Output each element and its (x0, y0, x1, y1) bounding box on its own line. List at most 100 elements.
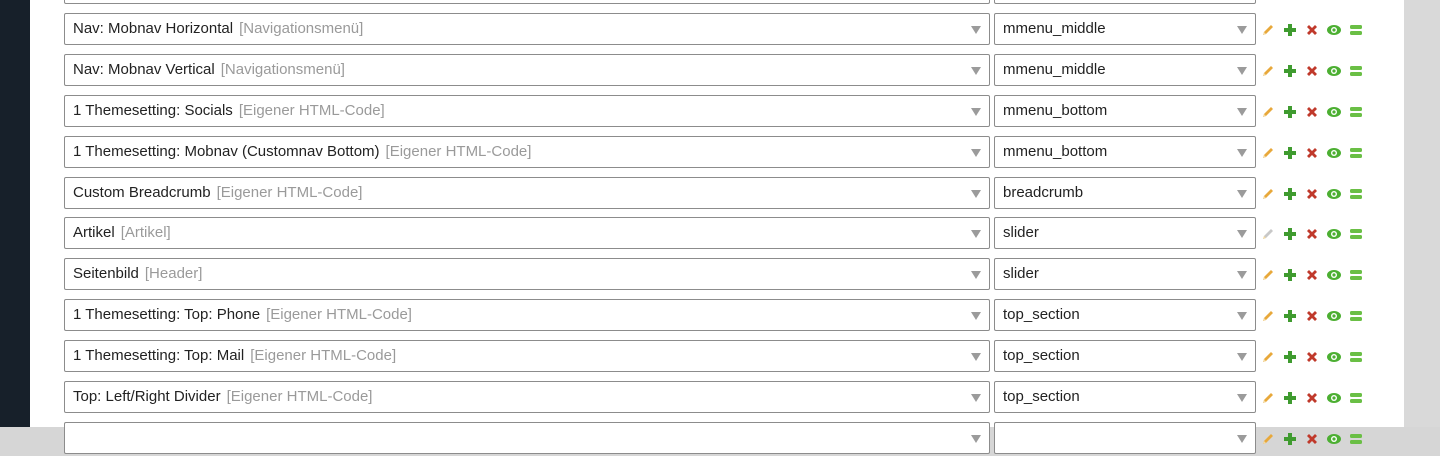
module-type: [Eigener HTML-Code] (250, 347, 397, 364)
plus-icon[interactable] (1282, 186, 1298, 202)
drag-handle-icon[interactable] (1348, 226, 1364, 242)
module-name: 1 Themesetting: Socials (73, 102, 233, 119)
dropdown-arrow-icon (971, 26, 981, 34)
eye-icon[interactable] (1326, 308, 1342, 324)
pencil-icon[interactable] (1260, 226, 1276, 242)
cross-icon[interactable] (1304, 349, 1320, 365)
eye-icon[interactable] (1326, 431, 1342, 447)
pencil-icon[interactable] (1260, 22, 1276, 38)
cross-icon[interactable] (1304, 226, 1320, 242)
eye-icon[interactable] (1326, 145, 1342, 161)
cross-icon[interactable] (1304, 308, 1320, 324)
module-select[interactable]: Custom Breadcrumb [Eigener HTML-Code] (64, 177, 990, 209)
dropdown-arrow-icon (971, 108, 981, 116)
module-select[interactable]: 1 Themesetting: Top: Phone [Eigener HTML-… (64, 299, 990, 331)
module-select[interactable]: 1 Themesetting: Top: Mail [Eigener HTML-C… (64, 340, 990, 372)
pencil-icon[interactable] (1260, 267, 1276, 283)
dropdown-arrow-icon (971, 394, 981, 402)
row-actions (1260, 258, 1370, 290)
module-row: Nav: Mobnav Vertical [Navigationsmenü] mme… (64, 54, 1384, 88)
cross-icon[interactable] (1304, 267, 1320, 283)
slot-select[interactable]: slider (994, 258, 1256, 290)
row-actions (1260, 177, 1370, 209)
slot-select[interactable]: breadcrumb (994, 177, 1256, 209)
row-actions (1260, 95, 1370, 127)
drag-handle-icon[interactable] (1348, 308, 1364, 324)
row-actions (1260, 340, 1370, 372)
cross-icon[interactable] (1304, 104, 1320, 120)
eye-icon[interactable] (1326, 267, 1342, 283)
module-select[interactable]: Artikel [Artikel] (64, 217, 990, 249)
pencil-icon[interactable] (1260, 186, 1276, 202)
module-name: Custom Breadcrumb (73, 184, 211, 201)
slot-select[interactable]: mmenu_bottom (994, 136, 1256, 168)
module-select[interactable]: Nav: Mobnav Vertical [Navigationsmenü] (64, 54, 990, 86)
plus-icon[interactable] (1282, 267, 1298, 283)
pencil-icon[interactable] (1260, 308, 1276, 324)
module-select[interactable]: Seitenbild [Header] (64, 258, 990, 290)
plus-icon[interactable] (1282, 226, 1298, 242)
plus-icon[interactable] (1282, 104, 1298, 120)
eye-icon[interactable] (1326, 22, 1342, 38)
module-name: Nav: Mobnav Horizontal (73, 20, 234, 37)
pencil-icon[interactable] (1260, 390, 1276, 406)
dropdown-arrow-icon (971, 435, 981, 443)
plus-icon[interactable] (1282, 431, 1298, 447)
slot-select[interactable]: slider (994, 217, 1256, 249)
drag-handle-icon[interactable] (1348, 22, 1364, 38)
pencil-icon[interactable] (1260, 145, 1276, 161)
drag-handle-icon[interactable] (1348, 104, 1364, 120)
module-select[interactable]: 1 Themesetting: Mobnav (Customnav Bottom… (64, 136, 990, 168)
slot-select[interactable]: top_section (994, 299, 1256, 331)
plus-icon[interactable] (1282, 308, 1298, 324)
module-select[interactable] (64, 0, 990, 4)
drag-handle-icon[interactable] (1348, 186, 1364, 202)
plus-icon[interactable] (1282, 63, 1298, 79)
slot-value: mmenu_middle (1003, 20, 1106, 37)
plus-icon[interactable] (1282, 390, 1298, 406)
pencil-icon[interactable] (1260, 431, 1276, 447)
drag-handle-icon[interactable] (1348, 267, 1364, 283)
drag-handle-icon[interactable] (1348, 63, 1364, 79)
slot-value: slider (1003, 224, 1039, 241)
plus-icon[interactable] (1282, 22, 1298, 38)
pencil-icon[interactable] (1260, 104, 1276, 120)
drag-handle-icon[interactable] (1348, 390, 1364, 406)
drag-handle-icon[interactable] (1348, 431, 1364, 447)
dropdown-arrow-icon (1237, 435, 1247, 443)
row-actions (1260, 299, 1370, 331)
dropdown-arrow-icon (971, 230, 981, 238)
eye-icon[interactable] (1326, 226, 1342, 242)
cross-icon[interactable] (1304, 186, 1320, 202)
drag-handle-icon[interactable] (1348, 145, 1364, 161)
pencil-icon[interactable] (1260, 63, 1276, 79)
slot-select[interactable]: top_section (994, 381, 1256, 413)
module-type: [Navigationsmenü] (220, 61, 345, 78)
slot-select[interactable]: top_section (994, 340, 1256, 372)
pencil-icon[interactable] (1260, 349, 1276, 365)
eye-icon[interactable] (1326, 104, 1342, 120)
eye-icon[interactable] (1326, 186, 1342, 202)
slot-value: top_section (1003, 388, 1080, 405)
module-row: 1 Themesetting: Top: Phone [Eigener HTML-… (64, 299, 1384, 333)
cross-icon[interactable] (1304, 145, 1320, 161)
eye-icon[interactable] (1326, 390, 1342, 406)
eye-icon[interactable] (1326, 63, 1342, 79)
cross-icon[interactable] (1304, 22, 1320, 38)
drag-handle-icon[interactable] (1348, 349, 1364, 365)
cross-icon[interactable] (1304, 390, 1320, 406)
slot-value: breadcrumb (1003, 184, 1084, 201)
module-select[interactable]: 1 Themesetting: Socials [Eigener HTML-Cod… (64, 95, 990, 127)
module-select[interactable]: Top: Left/Right Divider [Eigener HTML-Cod… (64, 381, 990, 413)
slot-select[interactable]: mmenu_middle (994, 54, 1256, 86)
row-actions (1260, 0, 1370, 4)
slot-select[interactable]: mmenu_middle (994, 13, 1256, 45)
cross-icon[interactable] (1304, 63, 1320, 79)
slot-select[interactable]: mmenu_bottom (994, 95, 1256, 127)
module-select[interactable]: Nav: Mobnav Horizontal [Navigationsmenü] (64, 13, 990, 45)
plus-icon[interactable] (1282, 145, 1298, 161)
cross-icon[interactable] (1304, 431, 1320, 447)
eye-icon[interactable] (1326, 349, 1342, 365)
plus-icon[interactable] (1282, 349, 1298, 365)
slot-select[interactable] (994, 0, 1256, 4)
